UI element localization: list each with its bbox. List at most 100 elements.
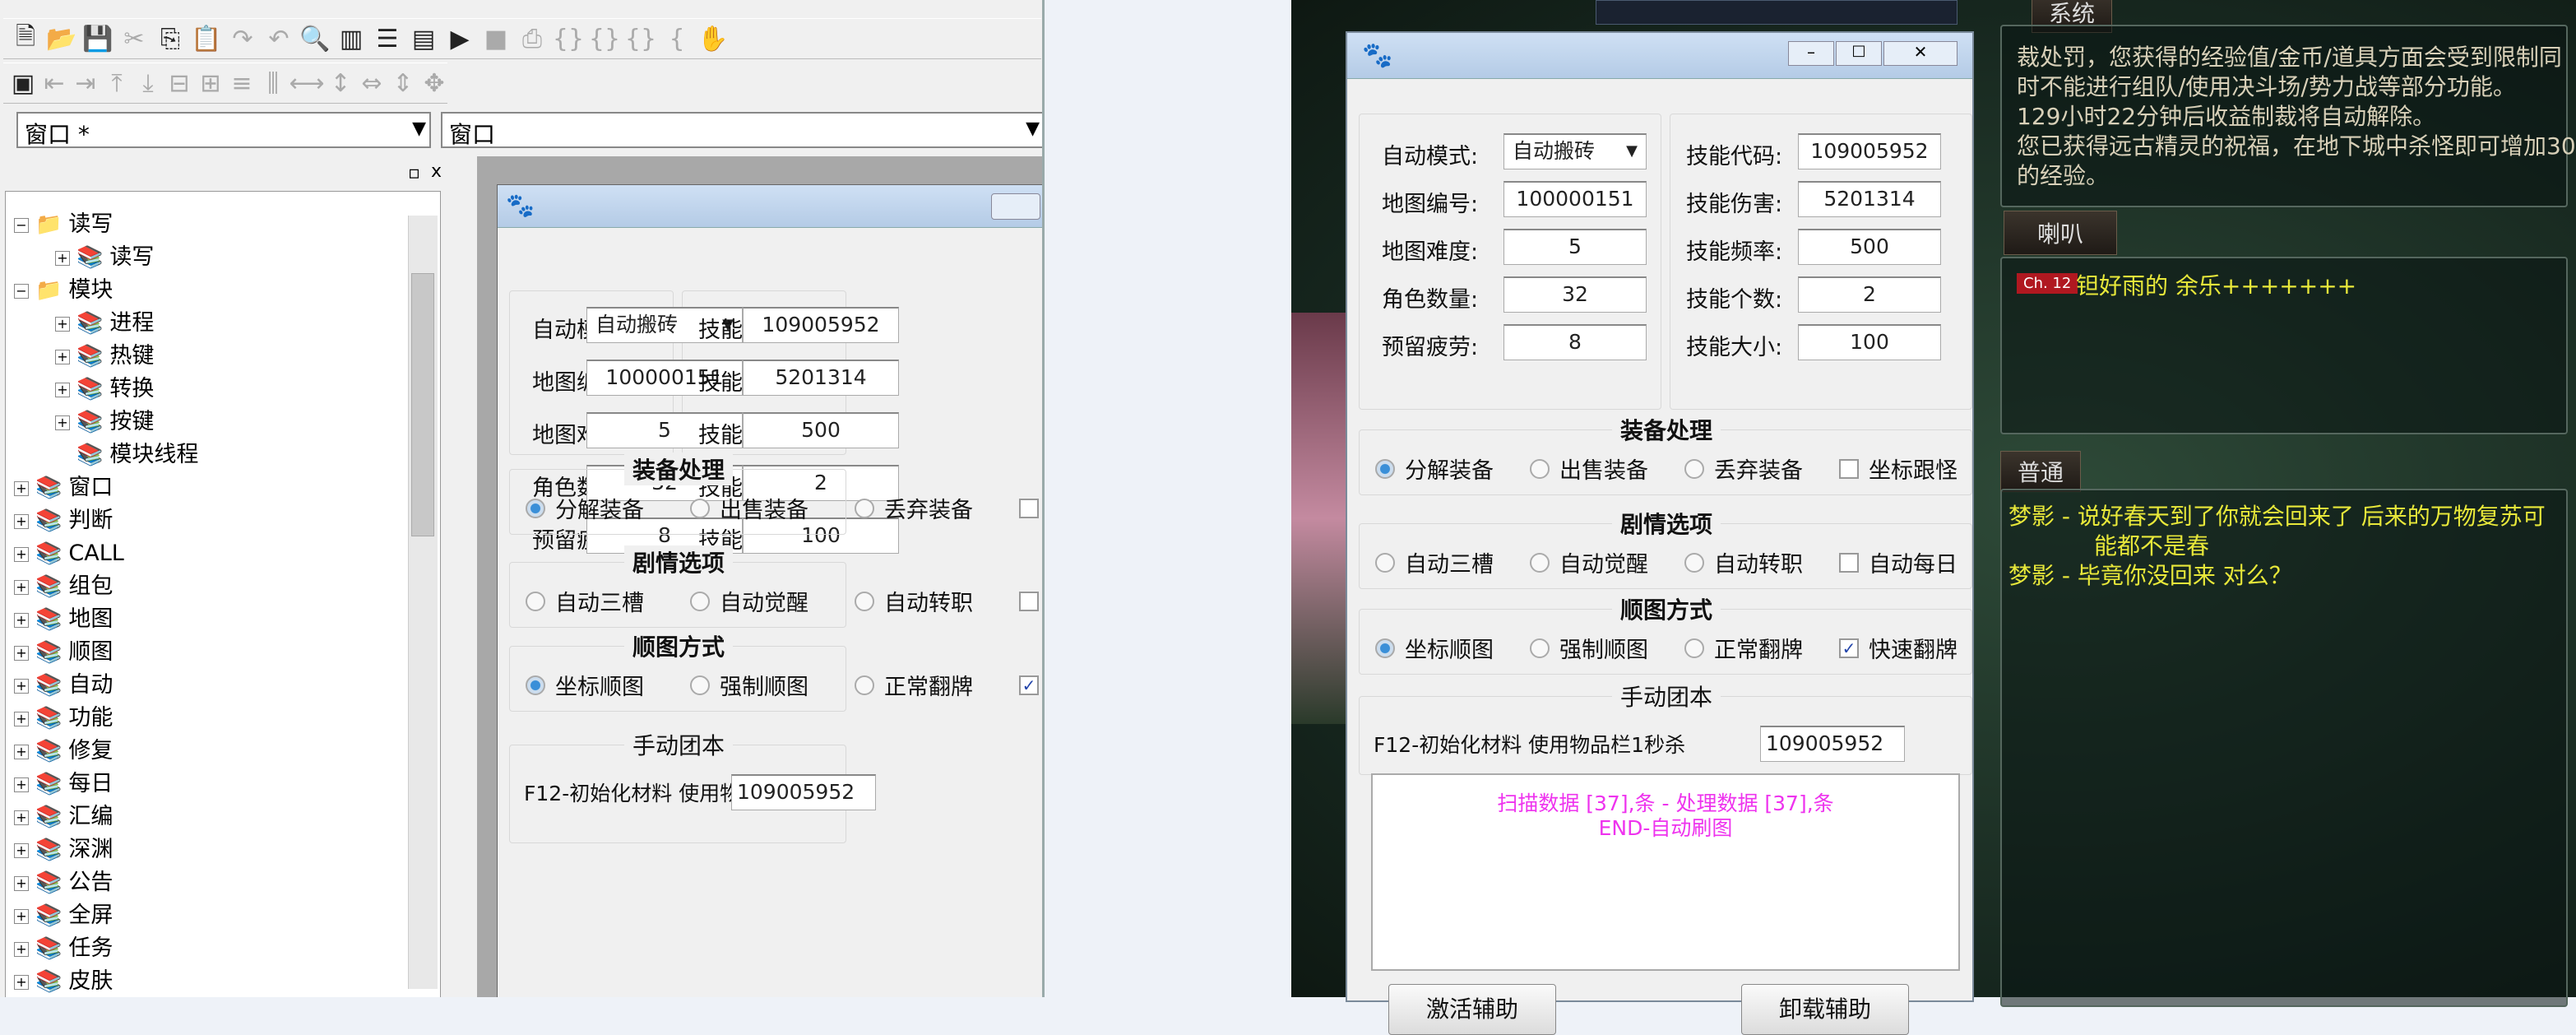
save-icon[interactable]: 💾 <box>82 23 114 54</box>
space-h-icon[interactable]: ≡ <box>229 67 255 99</box>
radio-button[interactable] <box>1375 638 1395 658</box>
checkbox[interactable] <box>1839 458 1859 479</box>
step-in-icon[interactable]: {} <box>553 23 584 54</box>
field-input[interactable]: 5 <box>1503 229 1647 265</box>
tree-item[interactable]: + 📚 顺图 <box>14 636 113 669</box>
layout-3-icon[interactable]: ▤ <box>408 23 439 54</box>
radio-button[interactable] <box>855 498 874 518</box>
radio-button[interactable] <box>1530 552 1550 573</box>
checkbox[interactable]: ✓ <box>1839 638 1859 658</box>
collapse-icon[interactable]: − <box>14 217 29 233</box>
radio-option[interactable]: 自动三槽 <box>1375 546 1494 578</box>
copy-icon[interactable]: ⎘ <box>155 23 186 54</box>
checkbox-option[interactable]: 自动每日 <box>1019 585 1042 617</box>
manual-input[interactable]: 109005952 <box>731 774 876 810</box>
panel-close-icon[interactable]: x <box>431 161 442 182</box>
radio-option[interactable]: 强制顺图 <box>1530 632 1648 664</box>
radio-button[interactable] <box>1375 458 1395 479</box>
tree-item[interactable]: + 📚 判断 <box>14 504 113 537</box>
new-file-icon[interactable]: 🗎 <box>10 22 41 54</box>
radio-option[interactable]: 自动转职 <box>855 585 973 617</box>
breakpoint-icon[interactable]: { <box>661 23 693 54</box>
tree-item[interactable]: + 📚 窗口 <box>14 471 113 504</box>
tree-item[interactable]: + 📚 按键 <box>55 406 154 439</box>
radio-option[interactable]: 出售装备 <box>690 492 808 524</box>
tree-item[interactable]: + 📚 组包 <box>14 570 113 603</box>
checkbox-option[interactable]: 坐标跟怪 <box>1019 492 1042 524</box>
expand-icon[interactable]: + <box>14 513 29 529</box>
radio-option[interactable]: 出售装备 <box>1530 453 1648 485</box>
radio-button[interactable] <box>855 675 874 695</box>
layout-1-icon[interactable]: ▥ <box>336 23 367 54</box>
checkbox-option[interactable]: 坐标跟怪 <box>1839 453 1957 485</box>
tree-item[interactable]: + 📚 地图 <box>14 603 113 636</box>
expand-icon[interactable]: + <box>55 349 70 364</box>
radio-button[interactable] <box>1530 638 1550 658</box>
tree-item[interactable]: + 📚 全屏 <box>14 899 113 932</box>
field-input[interactable]: 500 <box>1798 229 1941 265</box>
field-input[interactable]: 109005952 <box>743 307 899 343</box>
tree-item[interactable]: + 📚 每日 <box>14 768 113 801</box>
radio-option[interactable]: 自动觉醒 <box>1530 546 1648 578</box>
stop-icon[interactable]: ■ <box>480 23 512 54</box>
field-input[interactable]: 2 <box>1798 276 1941 313</box>
field-input[interactable]: 500 <box>743 412 899 448</box>
expand-icon[interactable]: + <box>14 678 29 694</box>
step-icon[interactable]: ⎙ <box>517 23 548 54</box>
expand-icon[interactable]: + <box>14 645 29 661</box>
open-folder-icon[interactable]: 📂 <box>46 23 77 54</box>
minimize-button[interactable] <box>991 193 1040 220</box>
form-icon[interactable]: ▣ <box>10 67 36 99</box>
tree-item[interactable]: + 📚 修复 <box>14 735 113 768</box>
radio-option[interactable]: 自动觉醒 <box>690 585 808 617</box>
minimize-button[interactable]: – <box>1788 41 1834 66</box>
radio-option[interactable]: 丢弃装备 <box>855 492 973 524</box>
expand-icon[interactable]: + <box>14 546 29 562</box>
radio-option[interactable]: 自动三槽 <box>526 585 644 617</box>
align-right-icon[interactable]: ⇥ <box>72 67 99 99</box>
radio-button[interactable] <box>1375 552 1395 573</box>
radio-button[interactable] <box>526 591 545 611</box>
redo-icon[interactable]: ↷ <box>227 23 258 54</box>
radio-button[interactable] <box>1684 638 1704 658</box>
expand-icon[interactable]: + <box>14 777 29 792</box>
same-width-icon[interactable]: ⇔ <box>359 67 385 99</box>
space-v-icon[interactable]: ⫼ <box>260 67 286 99</box>
checkbox-option[interactable]: 自动每日 <box>1839 546 1957 578</box>
center-h-icon[interactable]: ⊟ <box>166 67 192 99</box>
radio-button[interactable] <box>690 591 710 611</box>
field-input[interactable]: 32 <box>1503 276 1647 313</box>
checkbox[interactable] <box>1839 552 1859 573</box>
expand-icon[interactable]: + <box>14 579 29 595</box>
radio-button[interactable] <box>526 675 545 695</box>
tab-normal[interactable]: 普通 <box>2000 451 2082 492</box>
field-input[interactable]: 5201314 <box>743 360 899 396</box>
expand-icon[interactable]: + <box>14 842 29 858</box>
field-input[interactable]: 100000151 <box>1503 181 1647 217</box>
layout-2-icon[interactable]: ☰ <box>372 23 403 54</box>
radio-option[interactable]: 丢弃装备 <box>1684 453 1803 485</box>
tree-item[interactable]: + 📚 热键 <box>55 340 154 373</box>
run-icon[interactable]: ▶ <box>444 23 475 54</box>
field-input[interactable]: 5201314 <box>1798 181 1941 217</box>
radio-option[interactable]: 坐标顺图 <box>1375 632 1494 664</box>
radio-button[interactable] <box>690 675 710 695</box>
expand-icon[interactable]: + <box>55 382 70 397</box>
checkbox-option[interactable]: ✓快速翻牌 <box>1839 632 1957 664</box>
checkbox-option[interactable]: ✓快速翻牌 <box>1019 669 1042 701</box>
step-out-icon[interactable]: {} <box>625 23 656 54</box>
radio-option[interactable]: 正常翻牌 <box>855 669 973 701</box>
tree-item[interactable]: + 📚 功能 <box>14 702 113 735</box>
expand-icon[interactable]: + <box>14 875 29 891</box>
unload-button[interactable]: 卸载辅助 <box>1741 984 1909 1035</box>
hand-icon[interactable]: ✋ <box>697 23 729 54</box>
tab-horn[interactable]: 喇叭 <box>2004 211 2118 255</box>
paste-icon[interactable]: 📋 <box>191 23 222 54</box>
radio-option[interactable]: 坐标顺图 <box>526 669 644 701</box>
expand-icon[interactable]: + <box>55 250 70 266</box>
expand-icon[interactable]: + <box>14 810 29 825</box>
expand-icon[interactable]: + <box>14 711 29 726</box>
tree-scrollbar[interactable] <box>408 216 438 989</box>
panel-pin-icon[interactable]: ▫ <box>408 163 420 183</box>
same-height-icon[interactable]: ⇕ <box>390 67 416 99</box>
